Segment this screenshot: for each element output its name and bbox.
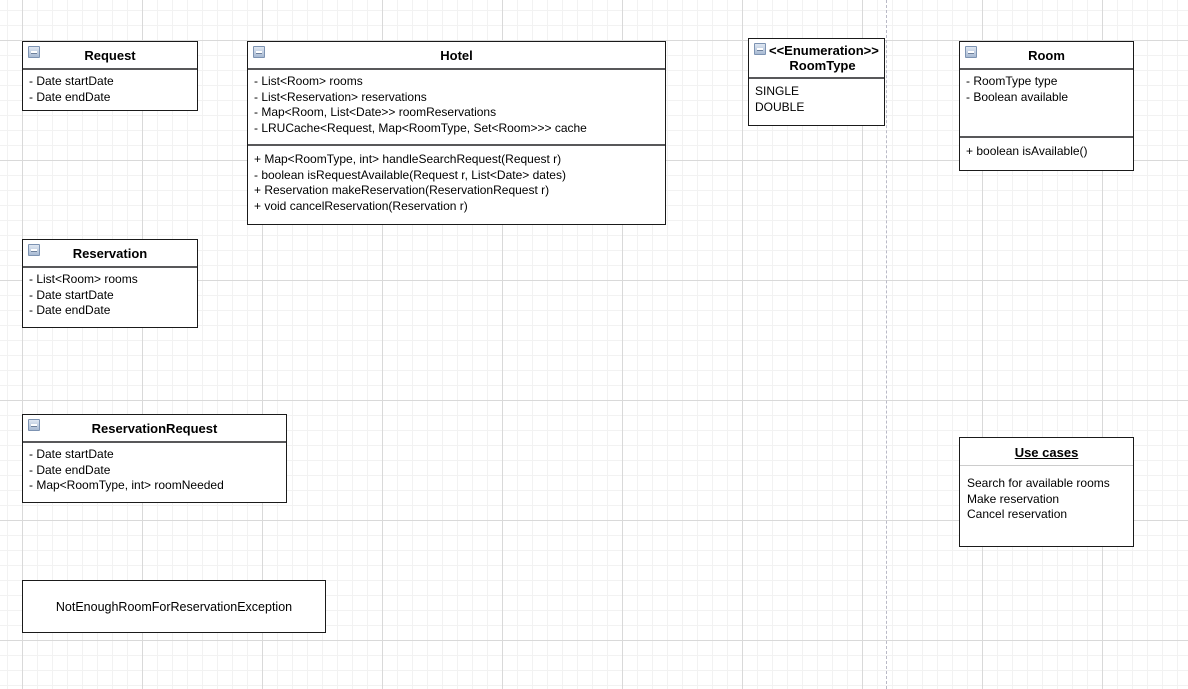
use-cases-list: Search for available rooms Make reservat… [960, 466, 1133, 528]
method-row: - boolean isRequestAvailable(Request r, … [254, 167, 566, 182]
attribute-row: - List<Room> rooms [29, 272, 138, 286]
enum-stereotype: <<Enumeration>> [769, 43, 879, 58]
attribute-row: - RoomType type [966, 74, 1058, 88]
methods-compartment: + boolean isAvailable() [960, 136, 1133, 170]
collapse-minus-icon[interactable] [28, 244, 40, 256]
attribute-row: - Date endDate [29, 462, 111, 477]
method-row: + Reservation makeReservation(Reservatio… [254, 183, 550, 197]
collapse-minus-icon[interactable] [253, 46, 265, 58]
attributes-compartment: - Date startDate - Date endDate - Map<Ro… [23, 443, 286, 502]
class-title: Hotel [440, 48, 473, 63]
attribute-row: - Map<Room, List<Date>> roomReservations [254, 105, 497, 119]
note-node-use-cases[interactable]: Use cases Search for available rooms Mak… [959, 437, 1134, 547]
use-case-item: Search for available rooms [967, 476, 1110, 490]
attribute-row: - Date endDate [29, 303, 111, 317]
attributes-compartment: - List<Room> rooms - List<Reservation> r… [248, 70, 665, 144]
literals-compartment: SINGLE DOUBLE [749, 79, 884, 125]
class-title: Room [1028, 48, 1065, 63]
use-case-item: Cancel reservation [967, 507, 1068, 521]
methods-compartment: + Map<RoomType, int> handleSearchRequest… [248, 144, 665, 224]
collapse-minus-icon[interactable] [754, 43, 766, 55]
note-title: Use cases [1014, 445, 1079, 460]
class-header-reservation-request: ReservationRequest [23, 415, 286, 443]
class-node-room[interactable]: Room - RoomType type - Boolean available… [959, 41, 1134, 171]
method-row: + Map<RoomType, int> handleSearchRequest… [254, 152, 562, 166]
attributes-compartment: - RoomType type - Boolean available [960, 70, 1133, 136]
enum-literal-row: DOUBLE [755, 99, 805, 114]
attribute-row: - LRUCache<Request, Map<RoomType, Set<Ro… [254, 120, 587, 135]
enum-title: RoomType [789, 58, 856, 73]
diagram-canvas: Request - Date startDate - Date endDate … [0, 0, 1188, 689]
class-title: Request [84, 48, 136, 63]
collapse-minus-icon[interactable] [28, 419, 40, 431]
collapse-minus-icon[interactable] [28, 46, 40, 58]
attribute-row: - Boolean available [966, 89, 1069, 104]
note-header-use-cases: Use cases [960, 438, 1133, 466]
class-node-reservation-request[interactable]: ReservationRequest - Date startDate - Da… [22, 414, 287, 503]
attributes-compartment: - Date startDate - Date endDate [23, 70, 197, 110]
attribute-row: - Date startDate [29, 287, 114, 302]
attribute-row: - Date startDate [29, 74, 114, 88]
attribute-row: - Date endDate [29, 89, 111, 104]
class-header-room: Room [960, 42, 1133, 70]
class-node-reservation[interactable]: Reservation - List<Room> rooms - Date st… [22, 239, 198, 328]
class-header-reservation: Reservation [23, 240, 197, 268]
collapse-minus-icon[interactable] [965, 46, 977, 58]
class-node-request[interactable]: Request - Date startDate - Date endDate [22, 41, 198, 111]
class-node-hotel[interactable]: Hotel - List<Room> rooms - List<Reservat… [247, 41, 666, 225]
page-break-line [886, 0, 887, 689]
attribute-row: - List<Room> rooms [254, 74, 363, 88]
attribute-row: - Map<RoomType, int> roomNeeded [29, 478, 224, 492]
use-case-item: Make reservation [967, 491, 1060, 506]
class-title: ReservationRequest [91, 421, 218, 436]
class-title: Reservation [72, 246, 148, 261]
attribute-row: - List<Reservation> reservations [254, 89, 427, 104]
enum-node-roomtype[interactable]: <<Enumeration>> RoomType SINGLE DOUBLE [748, 38, 885, 126]
attribute-row: - Date startDate [29, 447, 114, 461]
class-node-exception[interactable]: NotEnoughRoomForReservationException [22, 580, 326, 633]
exception-label: NotEnoughRoomForReservationException [55, 599, 293, 614]
class-header-hotel: Hotel [248, 42, 665, 70]
method-row: + void cancelReservation(Reservation r) [254, 198, 468, 213]
enum-literal-row: SINGLE [755, 84, 800, 98]
method-row: + boolean isAvailable() [966, 144, 1088, 158]
attributes-compartment: - List<Room> rooms - Date startDate - Da… [23, 268, 197, 327]
enum-header-roomtype: <<Enumeration>> RoomType [749, 39, 884, 79]
class-header-request: Request [23, 42, 197, 70]
